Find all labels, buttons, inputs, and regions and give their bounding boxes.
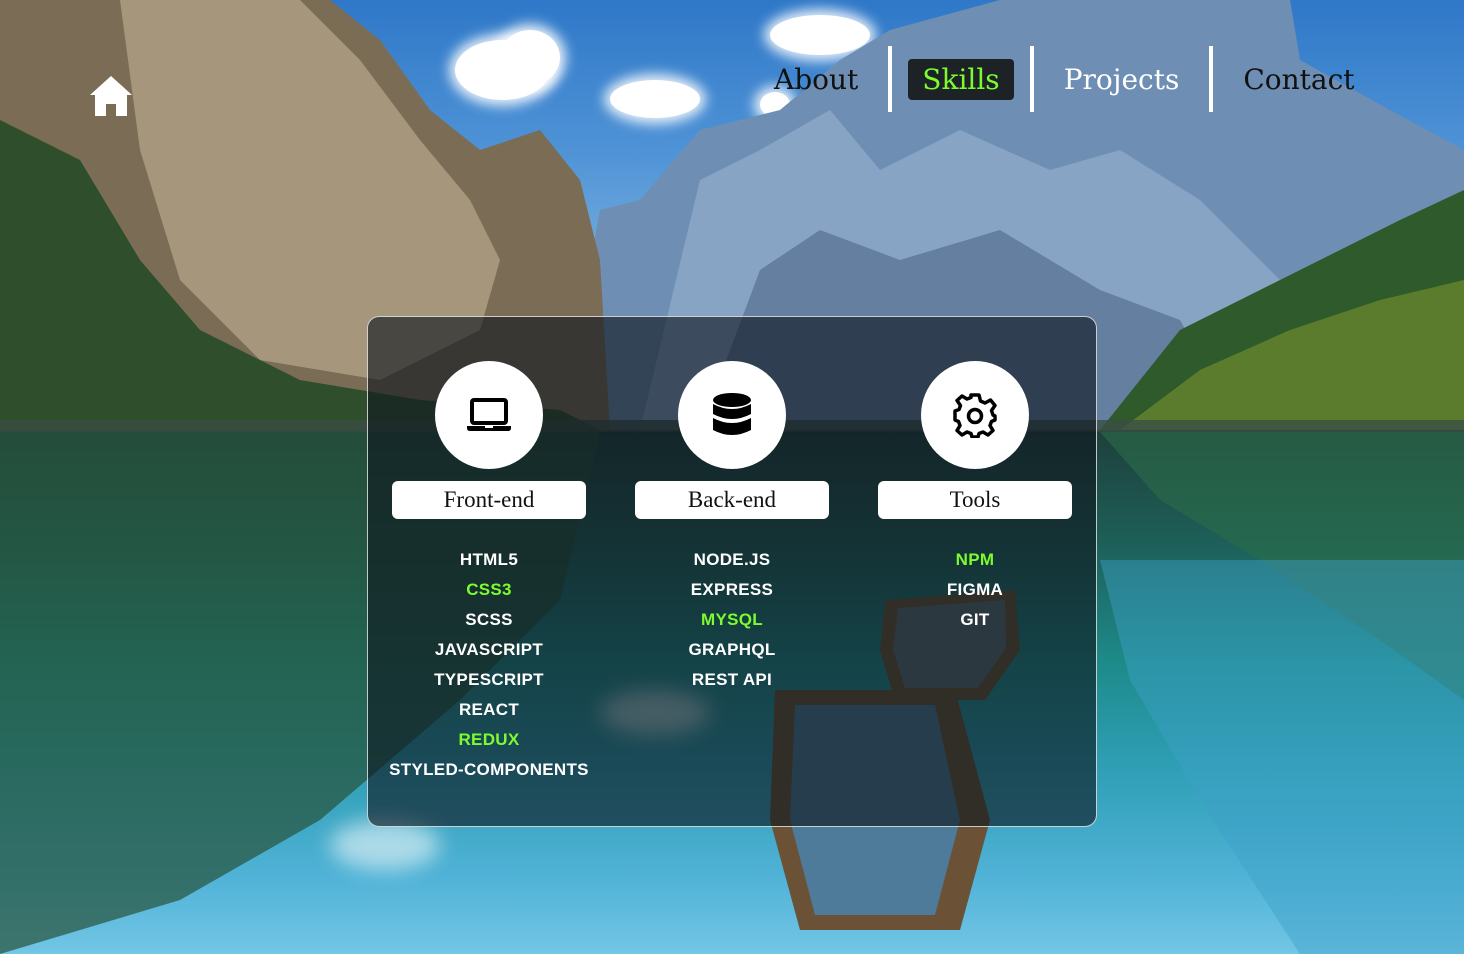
tools-icon-circle [921, 361, 1029, 469]
skill-item: EXPRESS [690, 580, 774, 599]
skill-item: HTML5 [459, 550, 519, 569]
skill-item: REACT [458, 700, 520, 719]
cloud-reflection [330, 820, 440, 870]
frontend-title: Front-end [392, 481, 586, 519]
gear-icon [953, 393, 997, 438]
tools-title: Tools [878, 481, 1072, 519]
nav-divider [1209, 46, 1214, 112]
nav-skills[interactable]: Skills [908, 58, 1014, 100]
nav-divider [888, 46, 893, 112]
skills-panel: Front-end HTML5 CSS3 SCSS JAVASCRIPT TYP… [367, 316, 1097, 827]
skill-item: SCSS [465, 610, 513, 629]
laptop-icon [467, 398, 511, 431]
skill-item: STYLED-COMPONENTS [389, 760, 589, 779]
skill-item: JAVASCRIPT [434, 640, 544, 659]
skill-item: CSS3 [466, 580, 512, 599]
skill-item: MYSQL [701, 610, 763, 629]
database-icon [713, 393, 751, 435]
skill-item: NODE.JS [693, 550, 771, 569]
backend-title: Back-end [635, 481, 829, 519]
skill-item: FIGMA [946, 580, 1004, 599]
frontend-skill-list: HTML5 CSS3 SCSS JAVASCRIPT TYPESCRIPT RE… [389, 545, 589, 785]
skills-column-frontend: Front-end HTML5 CSS3 SCSS JAVASCRIPT TYP… [369, 361, 609, 785]
skill-item: NPM [955, 550, 995, 569]
skill-item: REDUX [458, 730, 520, 749]
skills-column-tools: Tools NPM FIGMA GIT [855, 361, 1095, 635]
backend-skill-list: NODE.JS EXPRESS MYSQL GRAPHQL REST API [688, 545, 775, 695]
frontend-icon-circle [435, 361, 543, 469]
skill-item: REST API [691, 670, 773, 689]
home-button[interactable] [88, 74, 134, 118]
nav-about[interactable]: About [760, 59, 872, 100]
nav-contact[interactable]: Contact [1229, 59, 1368, 100]
skill-item: GRAPHQL [688, 640, 776, 659]
home-icon [90, 76, 132, 116]
skills-column-backend: Back-end NODE.JS EXPRESS MYSQL GRAPHQL R… [612, 361, 852, 695]
nav-divider [1029, 46, 1034, 112]
tools-skill-list: NPM FIGMA GIT [947, 545, 1003, 635]
nav-projects[interactable]: Projects [1050, 59, 1194, 100]
main-nav: About Skills Projects Contact [760, 46, 1369, 112]
backend-icon-circle [678, 361, 786, 469]
skill-item: GIT [960, 610, 990, 629]
skill-item: TYPESCRIPT [434, 670, 544, 689]
